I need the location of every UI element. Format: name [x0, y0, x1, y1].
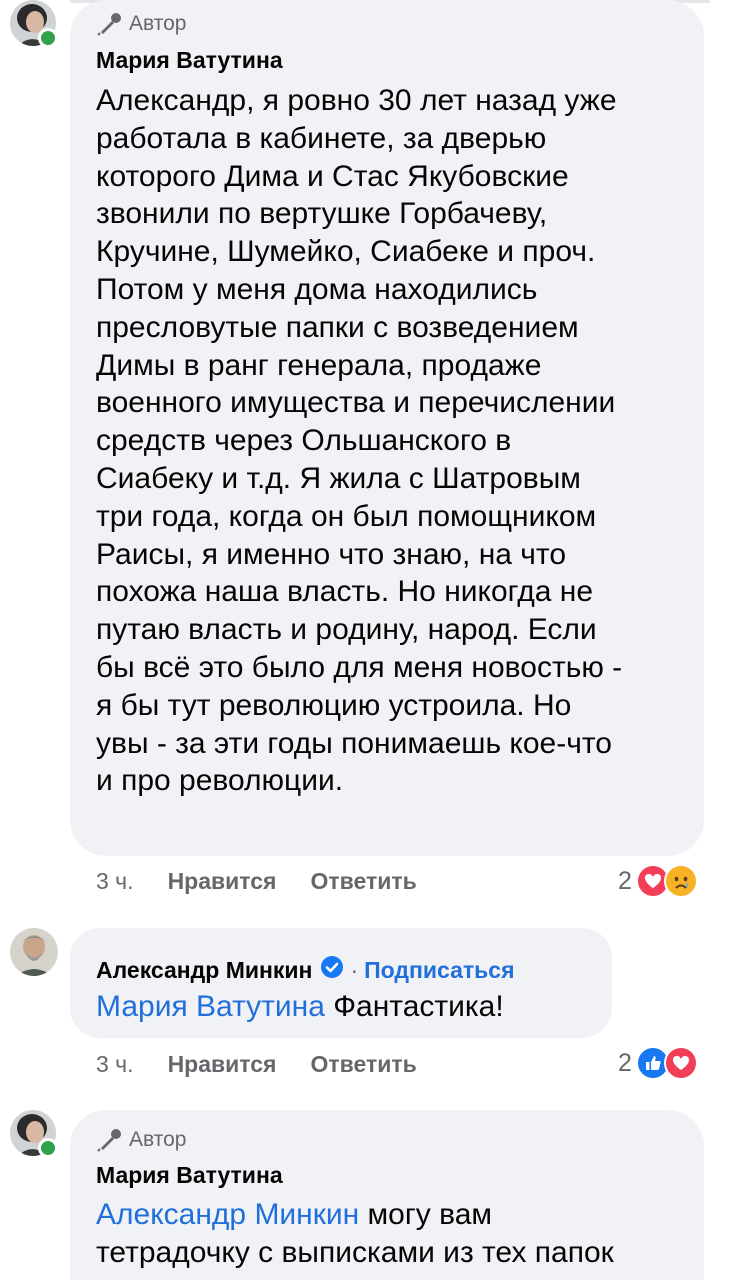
- separator-dot: ·: [350, 956, 359, 983]
- commenter-name[interactable]: Мария Ватутина: [96, 47, 283, 74]
- sad-icon: [663, 864, 698, 898]
- comment-text-body: Фантастика!: [324, 990, 504, 1023]
- avatar[interactable]: [10, 928, 58, 976]
- online-status-indicator: [38, 28, 58, 48]
- mention-link[interactable]: Мария Ватутина: [96, 990, 325, 1023]
- comment-text: Александр Минкин могу вам тетрадочку с в…: [96, 1196, 696, 1272]
- comment-text: Мария Ватутина Фантастика!: [96, 988, 596, 1026]
- commenter-name[interactable]: Александр Минкин: [96, 957, 312, 984]
- microphone-icon: [97, 12, 123, 36]
- verified-badge-icon: [320, 955, 344, 985]
- reaction-count: 2: [618, 866, 632, 895]
- commenter-name-row: Александр Минкин · Подписаться: [96, 955, 515, 985]
- comment-text-line-1: могу вам: [359, 1198, 493, 1231]
- mention-link[interactable]: Александр Минкин: [96, 1198, 359, 1231]
- timestamp[interactable]: 3 ч.: [96, 1051, 134, 1078]
- author-badge: Автор: [97, 12, 186, 36]
- comment-text: Александр, я ровно 30 лет назад уже рабо…: [96, 84, 623, 798]
- author-badge-label: Автор: [129, 12, 187, 35]
- comment-actions: 3 ч. Нравится Ответить: [96, 868, 417, 895]
- comment-actions: 3 ч. Нравится Ответить: [96, 1051, 417, 1078]
- like-button[interactable]: Нравится: [168, 1051, 277, 1078]
- author-badge: Автор: [97, 1128, 186, 1152]
- timestamp[interactable]: 3 ч.: [96, 868, 134, 895]
- subscribe-button[interactable]: Подписаться: [364, 957, 514, 984]
- reply-button[interactable]: Ответить: [310, 1051, 416, 1078]
- online-status-indicator: [38, 1138, 58, 1158]
- author-badge-label: Автор: [129, 1128, 187, 1151]
- heart-icon: [663, 1046, 698, 1080]
- comment-text-line-2: тетрадочку с выписками из тех папок: [96, 1235, 614, 1269]
- reactions-summary[interactable]: 2: [618, 1046, 698, 1080]
- reactions-summary[interactable]: 2: [618, 864, 698, 898]
- comments-feed: Автор Мария Ватутина Александр, я ровно …: [0, 0, 732, 1280]
- reaction-count: 2: [618, 1048, 632, 1077]
- commenter-name[interactable]: Мария Ватутина: [96, 1162, 283, 1189]
- microphone-icon: [97, 1128, 123, 1152]
- like-button[interactable]: Нравится: [168, 868, 277, 895]
- reply-button[interactable]: Ответить: [310, 868, 416, 895]
